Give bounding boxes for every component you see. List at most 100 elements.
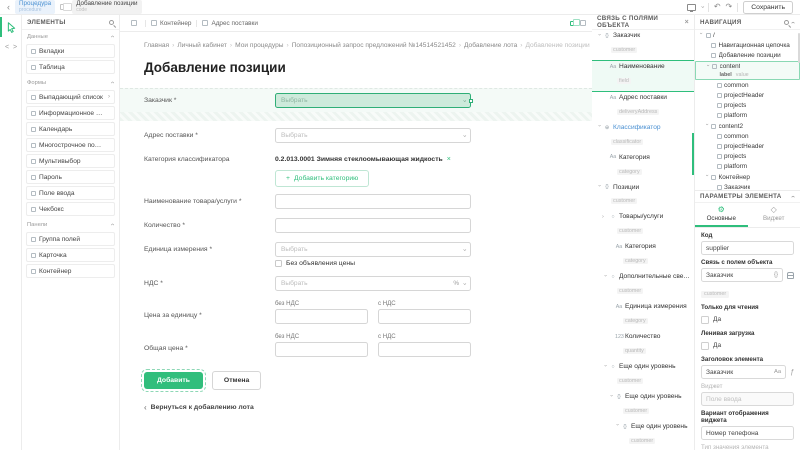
navigation-node[interactable]: › platform bbox=[695, 162, 800, 172]
page-chip[interactable]: Добавление позиции code bbox=[72, 0, 141, 14]
element-path-chip[interactable]: Контейнер bbox=[145, 20, 196, 27]
copy-icon[interactable] bbox=[570, 21, 575, 26]
navigation-node[interactable]: › content label value bbox=[695, 61, 800, 81]
expand-icon[interactable]: › bbox=[601, 275, 608, 280]
back-icon[interactable]: ‹ bbox=[7, 3, 10, 12]
element-item[interactable]: Пароль › bbox=[26, 170, 115, 184]
navigation-node[interactable]: › / bbox=[695, 30, 800, 40]
redo-icon[interactable]: ↷ bbox=[726, 3, 733, 11]
expand-icon[interactable]: › bbox=[595, 125, 602, 130]
object-field-row[interactable]: › Aa Наименование field bbox=[592, 60, 694, 92]
cancel-button[interactable]: Отмена bbox=[212, 371, 261, 390]
breadcrumb-item[interactable]: Попозиционный запрос предложений №145145… bbox=[292, 42, 461, 49]
section-header-forms[interactable]: Формы › bbox=[22, 76, 119, 88]
object-field-row[interactable]: › {} Еще один уровень customer bbox=[592, 421, 694, 450]
navigation-node[interactable]: › projects bbox=[695, 152, 800, 162]
save-button[interactable]: Сохранить bbox=[743, 1, 793, 14]
tab-main[interactable]: ⚙ Основные bbox=[695, 203, 748, 227]
no-price-checkbox[interactable] bbox=[275, 260, 282, 267]
back-to-lot-link[interactable]: ‹ Вернуться к добавлению лота bbox=[144, 403, 592, 412]
navigation-node[interactable]: › Контейнер bbox=[695, 172, 800, 182]
element-item[interactable]: Поле ввода › bbox=[26, 186, 115, 200]
navigation-node[interactable]: › Заказчик bbox=[695, 182, 800, 191]
object-field-row[interactable]: › 123 Количество quantity bbox=[592, 331, 694, 361]
lazy-checkbox[interactable] bbox=[701, 342, 709, 350]
element-item[interactable]: Карточка › bbox=[26, 248, 115, 262]
add-category-button[interactable]: + Добавить категорию bbox=[275, 170, 369, 187]
object-field-row[interactable]: › ○ Товары/услуги customer bbox=[592, 211, 694, 241]
element-item[interactable]: Группа полей › bbox=[26, 232, 115, 246]
object-field-row[interactable]: › ○ Еще один уровень customer bbox=[592, 361, 694, 391]
expand-icon[interactable]: › bbox=[704, 64, 710, 69]
element-item[interactable]: Выпадающий список › bbox=[26, 90, 115, 104]
frame-icon[interactable] bbox=[580, 20, 586, 26]
object-field-row[interactable]: › Aa Единица измерения category bbox=[592, 301, 694, 331]
display-mode-icon[interactable] bbox=[687, 4, 696, 11]
constructor-mode-button[interactable] bbox=[0, 17, 21, 37]
scrollbar-thumb[interactable] bbox=[692, 133, 694, 175]
unit-select[interactable]: Выбрать › bbox=[275, 242, 471, 257]
navigation-node[interactable]: › Добавление позиции bbox=[695, 50, 800, 60]
search-icon[interactable] bbox=[109, 20, 114, 25]
object-field-row[interactable]: › Aa Адрес поставки deliveryAddress bbox=[592, 92, 694, 122]
element-item[interactable]: Контейнер › bbox=[26, 264, 115, 278]
expand-icon[interactable]: › bbox=[703, 124, 709, 129]
module-chip[interactable]: Процедура procedure bbox=[15, 0, 55, 14]
expand-icon[interactable]: › bbox=[613, 424, 620, 429]
customer-select[interactable]: Выбрать › bbox=[275, 93, 471, 108]
expand-icon[interactable]: › bbox=[602, 214, 607, 221]
object-field-picker-icon[interactable] bbox=[787, 272, 794, 279]
readonly-checkbox[interactable] bbox=[701, 316, 709, 324]
undo-icon[interactable]: ↶ bbox=[714, 3, 721, 11]
display-mode-chevron-icon[interactable]: › bbox=[699, 6, 705, 8]
code-mode-button[interactable]: < > bbox=[0, 37, 21, 57]
expand-icon[interactable]: › bbox=[601, 364, 608, 369]
breadcrumb-item[interactable]: Добавление лота › bbox=[464, 42, 522, 49]
submit-button[interactable]: Добавить bbox=[144, 372, 203, 389]
object-field-row[interactable]: › {} Еще один уровень customer bbox=[592, 391, 694, 421]
navigation-node[interactable]: › common bbox=[695, 80, 800, 90]
object-field-row[interactable]: › Aa Категория category bbox=[592, 152, 694, 182]
binding-input[interactable]: Заказчик {} bbox=[701, 268, 783, 282]
expand-icon[interactable]: › bbox=[698, 33, 704, 38]
widget-variant-input[interactable]: Номер телефона bbox=[701, 426, 794, 440]
breadcrumb-item[interactable]: Главная › bbox=[144, 42, 174, 49]
navigation-node[interactable]: › platform bbox=[695, 111, 800, 121]
breadcrumb-item[interactable]: Мои процедуры › bbox=[235, 42, 289, 49]
section-header-panels[interactable]: Панели › bbox=[22, 218, 119, 230]
unit-price-vat-input[interactable] bbox=[378, 309, 471, 324]
object-field-row[interactable]: › {} Заказчик customer bbox=[592, 30, 694, 60]
name-input[interactable] bbox=[275, 194, 471, 209]
element-item[interactable]: Вкладки › bbox=[26, 44, 115, 58]
navigation-node[interactable]: › projectHeader bbox=[695, 141, 800, 151]
object-field-row[interactable]: › Aa Категория category bbox=[592, 241, 694, 271]
breadcrumb-item[interactable]: Добавление позиции › bbox=[525, 42, 589, 49]
expand-icon[interactable]: › bbox=[595, 185, 602, 190]
object-field-row[interactable]: › {} Позиции customer bbox=[592, 182, 694, 212]
element-item[interactable]: Календарь › bbox=[26, 122, 115, 136]
total-price-novat-input[interactable] bbox=[275, 342, 368, 357]
breadcrumb-item[interactable]: Личный кабинет › bbox=[177, 42, 232, 49]
formula-icon[interactable]: ƒ bbox=[790, 369, 794, 376]
section-header-data[interactable]: Данные › bbox=[22, 30, 119, 42]
expand-icon[interactable]: › bbox=[607, 394, 614, 399]
remove-category-icon[interactable]: × bbox=[447, 156, 451, 163]
resize-handle[interactable] bbox=[469, 99, 473, 103]
element-path-chip[interactable] bbox=[126, 20, 145, 26]
element-item[interactable]: Таблица › bbox=[26, 60, 115, 74]
navigation-node[interactable]: › content2 bbox=[695, 121, 800, 131]
form-row-customer[interactable]: Заказчик * Выбрать › bbox=[120, 88, 592, 112]
collapse-icon[interactable]: › bbox=[790, 21, 797, 24]
element-item[interactable]: Мультивыбор › bbox=[26, 154, 115, 168]
unit-price-novat-input[interactable] bbox=[275, 309, 368, 324]
expand-icon[interactable]: › bbox=[595, 33, 602, 38]
element-title-input[interactable]: Заказчик Aa bbox=[701, 365, 786, 379]
navigation-node[interactable]: › projects bbox=[695, 101, 800, 111]
address-select[interactable]: Выбрать › bbox=[275, 128, 471, 143]
object-field-row[interactable]: › ⊕ Классификатор classificator bbox=[592, 122, 694, 152]
navigation-node[interactable]: › projectHeader bbox=[695, 90, 800, 100]
close-icon[interactable]: × bbox=[685, 19, 689, 26]
navigation-node[interactable]: › common bbox=[695, 131, 800, 141]
vat-select[interactable]: Выбрать % › bbox=[275, 276, 471, 291]
object-field-row[interactable]: › ○ Дополнительные сведения customer bbox=[592, 271, 694, 301]
